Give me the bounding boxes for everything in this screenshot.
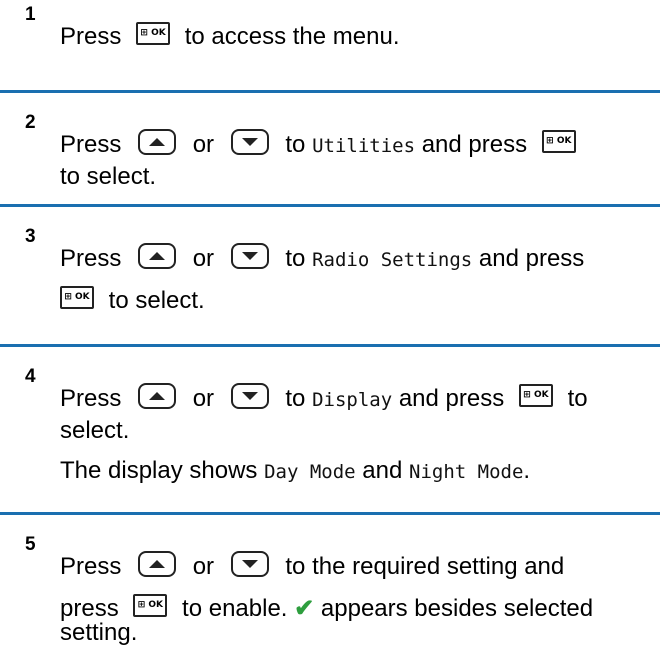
to-text: to: [285, 131, 306, 158]
period-text: .: [523, 457, 531, 484]
ok-menu-key-icon: ⊞ OK: [518, 384, 553, 408]
day-mode-label: Day Mode: [264, 461, 356, 483]
step-divider: [0, 512, 660, 515]
press-text: Press: [60, 245, 122, 272]
up-arrow-key-icon: [138, 128, 177, 155]
and-text: and: [362, 457, 403, 484]
or-text: or: [192, 553, 215, 580]
step-number: 4: [25, 366, 36, 387]
step-number: 2: [25, 112, 36, 133]
instruction-text: appears besides selected: [320, 595, 594, 622]
down-arrow-key-icon: [230, 242, 269, 269]
up-arrow-key-icon: [138, 242, 177, 269]
step-5-line-1: Press or to the required setting and: [60, 550, 565, 582]
menu-item-utilities: Utilities: [312, 135, 416, 157]
instruction-text: to select.: [60, 163, 157, 190]
press-text: Press: [60, 553, 122, 580]
instruction-text: select.: [60, 417, 130, 444]
down-arrow-key-icon: [230, 550, 269, 577]
menu-item-display: Display: [312, 389, 393, 411]
or-text: or: [192, 245, 215, 272]
step-number: 1: [25, 4, 36, 25]
step-divider: [0, 344, 660, 347]
step-number: 3: [25, 226, 36, 247]
press-text: Press: [60, 131, 122, 158]
menu-item-radio-settings: Radio Settings: [312, 249, 473, 271]
step-3-line-1: Press or to Radio Settings and press: [60, 242, 585, 275]
instruction-text: to enable.: [182, 595, 288, 622]
step-number: 5: [25, 534, 36, 555]
step-2-line-1: Press or to Utilities and press ⊞ OK: [60, 128, 584, 161]
or-text: or: [192, 385, 215, 412]
to-text: to: [567, 385, 588, 412]
step-4-line-1: Press or to Display and press ⊞ OK to: [60, 382, 588, 415]
night-mode-label: Night Mode: [409, 461, 524, 483]
or-text: or: [192, 131, 215, 158]
down-arrow-key-icon: [230, 128, 269, 155]
up-arrow-key-icon: [138, 550, 177, 577]
step-divider: [0, 204, 660, 207]
instruction-text: setting.: [60, 619, 138, 646]
to-text: to: [285, 245, 306, 272]
up-arrow-key-icon: [138, 382, 177, 409]
to-text: to: [285, 385, 306, 412]
down-arrow-key-icon: [230, 382, 269, 409]
step-2-line-2: to select.: [60, 162, 156, 192]
and-press-text: and press: [398, 385, 505, 412]
ok-menu-key-icon: ⊞ OK: [541, 130, 576, 154]
and-press-text: and press: [421, 131, 528, 158]
ok-menu-key-icon: ⊞ OK: [60, 286, 94, 310]
step-3-line-2: ⊞ OK to select.: [60, 286, 205, 316]
press-text: Press: [60, 385, 122, 412]
ok-menu-key-icon: ⊞ OK: [136, 22, 171, 46]
instruction-text: to select.: [108, 287, 205, 314]
step-divider: [0, 90, 660, 93]
step-5-line-3: setting.: [60, 618, 137, 648]
step-5-line-2: press ⊞ OK to enable. ✔ appears besides …: [60, 594, 593, 624]
step-1-line: Press ⊞ OK to access the menu.: [60, 22, 399, 52]
step-4-line-2: select.: [60, 416, 129, 446]
instruction-text: to access the menu.: [184, 23, 400, 50]
ok-menu-key-icon: ⊞ OK: [133, 594, 168, 618]
step-4-result: The display shows Day Mode and Night Mod…: [60, 456, 530, 487]
and-press-text: and press: [478, 245, 585, 272]
instruction-text: to the required setting and: [285, 553, 565, 580]
press-text: Press: [60, 23, 122, 50]
checkmark-icon: ✔: [294, 595, 315, 622]
result-text: The display shows: [60, 457, 258, 484]
